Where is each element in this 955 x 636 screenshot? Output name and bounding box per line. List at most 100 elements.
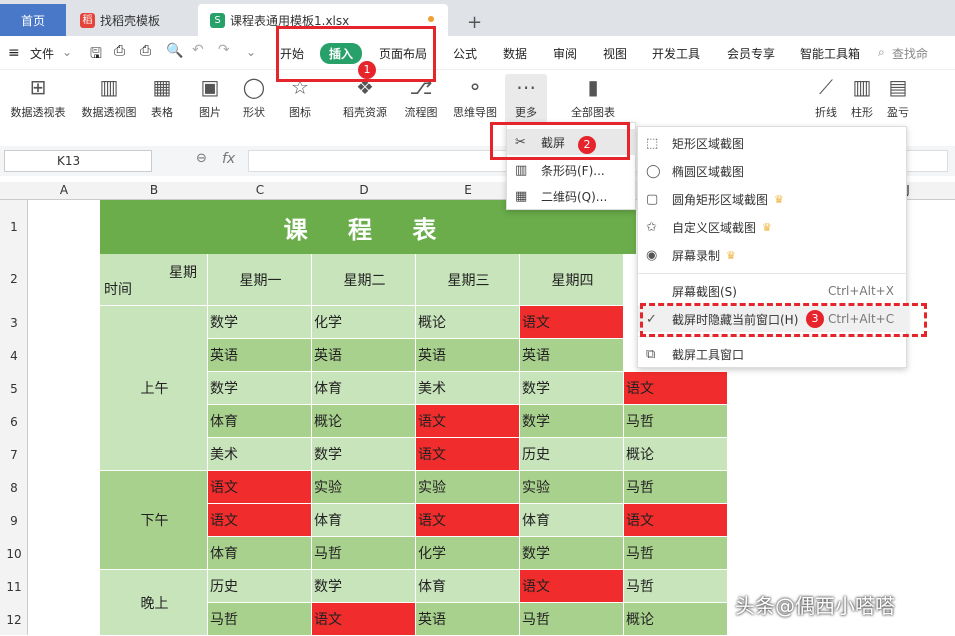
table-cell[interactable]: 美术	[208, 438, 312, 471]
zoom-icon[interactable]: ⊖	[196, 151, 207, 166]
row-1[interactable]: 1	[0, 220, 28, 234]
pivot-chart-button[interactable]: ▥ 数据透视图	[76, 74, 142, 120]
table-cell[interactable]: 体育	[520, 504, 624, 537]
table-cell[interactable]: 英语	[416, 339, 520, 372]
fx-icon[interactable]: fx	[222, 151, 235, 167]
export-icon[interactable]: ⎙	[114, 43, 125, 59]
table-cell[interactable]: 数学	[208, 306, 312, 339]
row-12[interactable]: 12	[0, 613, 28, 627]
table-cell[interactable]: 语文	[624, 372, 728, 405]
table-cell[interactable]: 概论	[624, 603, 728, 636]
table-cell[interactable]: 马哲	[520, 603, 624, 636]
table-cell[interactable]: 历史	[208, 570, 312, 603]
picture-button[interactable]: ▣ 图片	[190, 74, 230, 120]
table-cell[interactable]: 语文	[416, 438, 520, 471]
table-cell[interactable]: 语文	[520, 570, 624, 603]
col-e[interactable]: E	[416, 183, 520, 197]
section-afternoon[interactable]: 下午	[100, 471, 208, 570]
table-cell[interactable]: 体育	[312, 504, 416, 537]
table-cell[interactable]: 英语	[312, 339, 416, 372]
submenu-custom[interactable]: ✩ 自定义区域截图 ♛	[638, 214, 908, 240]
table-cell[interactable]: 体育	[208, 405, 312, 438]
table-cell[interactable]: 语文	[208, 504, 312, 537]
table-cell[interactable]: 马哲	[624, 405, 728, 438]
undo-icon[interactable]: ↶	[192, 42, 204, 58]
table-cell[interactable]: 美术	[416, 372, 520, 405]
column-spark-button[interactable]: ▥ 柱形	[846, 74, 878, 120]
table-cell[interactable]: 马哲	[624, 471, 728, 504]
table-cell[interactable]: 英语	[416, 603, 520, 636]
name-box[interactable]: K13	[4, 150, 152, 172]
row-8[interactable]: 8	[0, 481, 28, 495]
day-header-4[interactable]: 星期四	[520, 254, 624, 306]
menu-smart-tools[interactable]: 智能工具箱	[800, 45, 860, 62]
row-5[interactable]: 5	[0, 382, 28, 396]
section-evening[interactable]: 晚上	[100, 570, 208, 636]
table-cell[interactable]: 语文	[624, 504, 728, 537]
table-cell[interactable]: 化学	[312, 306, 416, 339]
menu-formula[interactable]: 公式	[453, 45, 477, 62]
preview-icon[interactable]: 🔍	[166, 43, 183, 59]
table-cell[interactable]: 英语	[208, 339, 312, 372]
table-cell[interactable]: 马哲	[624, 537, 728, 570]
add-tab-button[interactable]: +	[455, 6, 482, 38]
row-3[interactable]: 3	[0, 316, 28, 330]
col-b[interactable]: B	[100, 183, 208, 197]
row-6[interactable]: 6	[0, 415, 28, 429]
search-icon[interactable]: ⌕	[878, 45, 885, 60]
table-cell[interactable]: 历史	[520, 438, 624, 471]
line-spark-button[interactable]: ⟋ 折线	[810, 74, 842, 120]
table-button[interactable]: ▦ 表格	[146, 74, 178, 120]
header-corner-cell[interactable]: 星期 时间	[100, 254, 208, 306]
table-cell[interactable]: 语文	[416, 504, 520, 537]
table-cell[interactable]: 体育	[312, 372, 416, 405]
tab-template[interactable]: 稻 找稻壳模板	[68, 4, 196, 36]
section-morning[interactable]: 上午	[100, 306, 208, 471]
col-d[interactable]: D	[312, 183, 416, 197]
row-7[interactable]: 7	[0, 448, 28, 462]
table-cell[interactable]: 概论	[312, 405, 416, 438]
menu-view[interactable]: 视图	[603, 45, 627, 62]
row-4[interactable]: 4	[0, 349, 28, 363]
table-cell[interactable]: 实验	[312, 471, 416, 504]
menu-data[interactable]: 数据	[503, 45, 527, 62]
menu-barcode[interactable]: ▥ 条形码(F)...	[507, 157, 637, 183]
search-box[interactable]: 查找命	[892, 45, 928, 62]
more-button[interactable]: ⋯ 更多	[505, 74, 547, 124]
mindmap-button[interactable]: ⚬ 思维导图	[450, 74, 500, 120]
table-cell[interactable]: 语文	[312, 603, 416, 636]
table-cell[interactable]: 数学	[520, 537, 624, 570]
col-c[interactable]: C	[208, 183, 312, 197]
day-header-3[interactable]: 星期三	[416, 254, 520, 306]
table-cell[interactable]: 数学	[208, 372, 312, 405]
menu-file[interactable]: 文件	[30, 45, 54, 62]
table-cell[interactable]: 语文	[208, 471, 312, 504]
hamburger-icon[interactable]: ≡	[8, 45, 20, 61]
row-11[interactable]: 11	[0, 580, 28, 594]
day-header-1[interactable]: 星期一	[208, 254, 312, 306]
more-quick-icon[interactable]: ⌄	[246, 45, 256, 59]
chevron-down-icon[interactable]: ⌄	[62, 45, 72, 59]
shape-button[interactable]: ◯ 形状	[234, 74, 274, 120]
table-cell[interactable]: 数学	[312, 438, 416, 471]
table-cell[interactable]: 马哲	[624, 570, 728, 603]
col-a[interactable]: A	[28, 183, 100, 197]
table-cell[interactable]: 马哲	[208, 603, 312, 636]
table-cell[interactable]: 数学	[520, 405, 624, 438]
table-cell[interactable]: 化学	[416, 537, 520, 570]
save-icon[interactable]: 🖫	[90, 43, 102, 67]
submenu-screen[interactable]: 屏幕截图(S) Ctrl+Alt+X	[638, 278, 908, 304]
submenu-ellipse[interactable]: ◯ 椭圆区域截图	[638, 158, 908, 184]
submenu-record[interactable]: ◉ 屏幕录制 ♛	[638, 242, 908, 268]
table-cell[interactable]: 实验	[520, 471, 624, 504]
table-cell[interactable]: 体育	[208, 537, 312, 570]
print-icon[interactable]: ⎙	[140, 43, 151, 59]
row-10[interactable]: 10	[0, 547, 28, 561]
day-header-2[interactable]: 星期二	[312, 254, 416, 306]
submenu-rounded[interactable]: ▢ 圆角矩形区域截图 ♛	[638, 186, 908, 212]
table-cell[interactable]: 数学	[312, 570, 416, 603]
winloss-spark-button[interactable]: ▤ 盈亏	[882, 74, 914, 120]
table-cell[interactable]: 实验	[416, 471, 520, 504]
table-cell[interactable]: 数学	[520, 372, 624, 405]
submenu-rect[interactable]: ⬚ 矩形区域截图	[638, 130, 908, 156]
